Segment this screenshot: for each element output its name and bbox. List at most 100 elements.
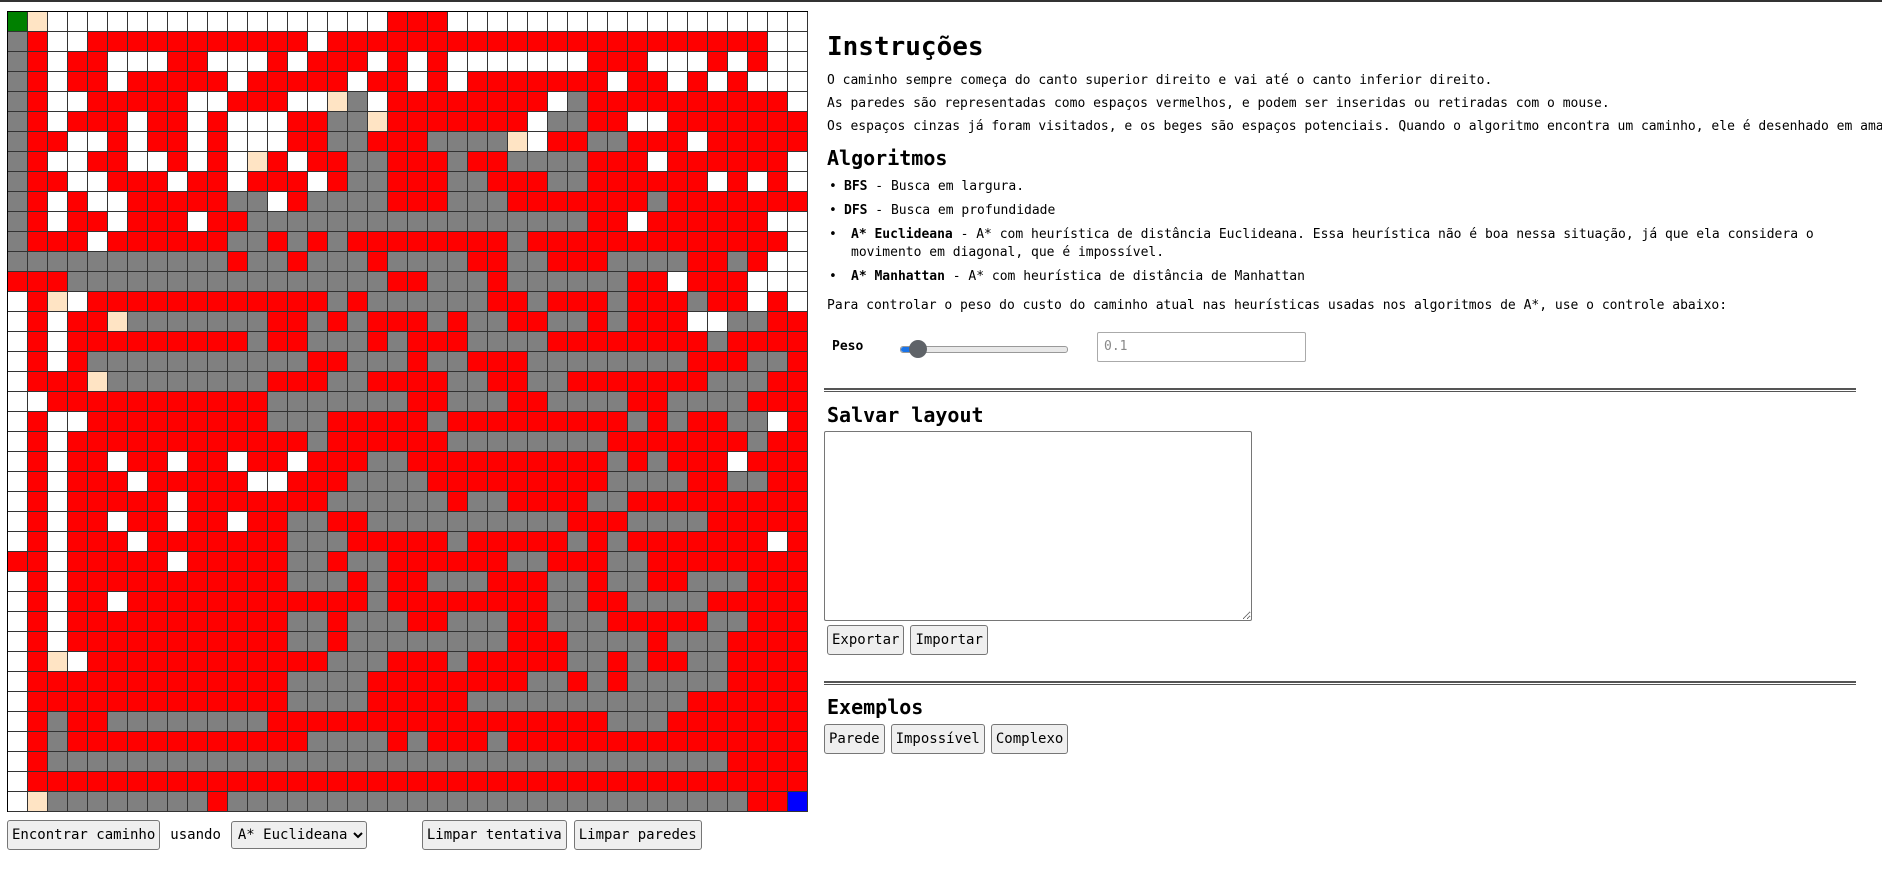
grid-cell-visited[interactable] — [568, 612, 588, 632]
grid-cell-wall[interactable] — [168, 412, 188, 432]
grid-cell-visited[interactable] — [388, 792, 408, 812]
grid-cell-wall[interactable] — [188, 692, 208, 712]
grid-cell-wall[interactable] — [28, 592, 48, 612]
grid-cell-wall[interactable] — [768, 792, 788, 812]
grid-cell-wall[interactable] — [108, 672, 128, 692]
grid-cell-visited[interactable] — [668, 692, 688, 712]
grid-cell-open[interactable] — [568, 52, 588, 72]
grid-cell-open[interactable] — [8, 672, 28, 692]
grid-cell-wall[interactable] — [548, 632, 568, 652]
grid-cell-open[interactable] — [48, 472, 68, 492]
grid-cell-wall[interactable] — [128, 92, 148, 112]
grid-cell-open[interactable] — [728, 452, 748, 472]
grid-cell-wall[interactable] — [228, 552, 248, 572]
grid-cell-wall[interactable] — [88, 412, 108, 432]
grid-cell-wall[interactable] — [648, 92, 668, 112]
grid-cell-visited[interactable] — [608, 752, 628, 772]
grid-cell-visited[interactable] — [548, 792, 568, 812]
grid-cell-wall[interactable] — [448, 112, 468, 132]
grid-cell-wall[interactable] — [28, 412, 48, 432]
grid-cell-wall[interactable] — [268, 52, 288, 72]
grid-cell-wall[interactable] — [408, 152, 428, 172]
grid-cell-visited[interactable] — [348, 652, 368, 672]
grid-cell-wall[interactable] — [168, 612, 188, 632]
grid-cell-wall[interactable] — [88, 472, 108, 492]
grid-cell-wall[interactable] — [448, 492, 468, 512]
grid-cell-wall[interactable] — [148, 472, 168, 492]
grid-cell-wall[interactable] — [488, 232, 508, 252]
grid-cell-open[interactable] — [228, 512, 248, 532]
grid-cell-wall[interactable] — [528, 452, 548, 472]
grid-cell-visited[interactable] — [248, 332, 268, 352]
grid-cell-wall[interactable] — [768, 692, 788, 712]
grid-cell-wall[interactable] — [748, 612, 768, 632]
grid-cell-visited[interactable] — [568, 632, 588, 652]
grid-cell-wall[interactable] — [168, 672, 188, 692]
grid-cell-wall[interactable] — [768, 92, 788, 112]
grid-cell-wall[interactable] — [608, 232, 628, 252]
grid-cell-wall[interactable] — [788, 452, 808, 472]
grid-cell-open[interactable] — [108, 12, 128, 32]
grid-cell-visited[interactable] — [208, 352, 228, 372]
grid-cell-visited[interactable] — [488, 632, 508, 652]
grid-cell-wall[interactable] — [128, 72, 148, 92]
grid-cell-visited[interactable] — [628, 572, 648, 592]
grid-cell-wall[interactable] — [188, 632, 208, 652]
grid-cell-wall[interactable] — [388, 692, 408, 712]
grid-cell-visited[interactable] — [428, 252, 448, 272]
grid-cell-wall[interactable] — [148, 112, 168, 132]
grid-cell-open[interactable] — [68, 132, 88, 152]
grid-cell-wall[interactable] — [588, 572, 608, 592]
grid-cell-visited[interactable] — [548, 512, 568, 532]
grid-cell-open[interactable] — [48, 212, 68, 232]
grid-cell-open[interactable] — [8, 792, 28, 812]
grid-cell-wall[interactable] — [748, 652, 768, 672]
grid-cell-wall[interactable] — [128, 512, 148, 532]
grid-cell-wall[interactable] — [108, 772, 128, 792]
grid-cell-visited[interactable] — [8, 192, 28, 212]
grid-cell-wall[interactable] — [488, 292, 508, 312]
grid-cell-wall[interactable] — [28, 692, 48, 712]
grid-cell-wall[interactable] — [448, 92, 468, 112]
grid-cell-wall[interactable] — [748, 532, 768, 552]
grid-cell-open[interactable] — [368, 12, 388, 32]
grid-cell-wall[interactable] — [248, 532, 268, 552]
grid-cell-open[interactable] — [168, 512, 188, 532]
grid-cell-wall[interactable] — [148, 552, 168, 572]
grid-cell-visited[interactable] — [108, 352, 128, 372]
grid-cell-wall[interactable] — [648, 532, 668, 552]
grid-cell-wall[interactable] — [608, 152, 628, 172]
grid-cell-wall[interactable] — [408, 672, 428, 692]
grid-cell-wall[interactable] — [768, 712, 788, 732]
grid-cell-visited[interactable] — [108, 252, 128, 272]
grid-cell-visited[interactable] — [308, 672, 328, 692]
grid-cell-wall[interactable] — [428, 452, 448, 472]
grid-cell-visited[interactable] — [508, 272, 528, 292]
grid-cell-open[interactable] — [528, 52, 548, 72]
grid-cell-visited[interactable] — [308, 272, 328, 292]
grid-cell-visited[interactable] — [128, 252, 148, 272]
grid-cell-wall[interactable] — [248, 672, 268, 692]
grid-cell-potential[interactable] — [28, 12, 48, 32]
grid-cell-visited[interactable] — [368, 292, 388, 312]
grid-cell-wall[interactable] — [468, 552, 488, 572]
grid-cell-open[interactable] — [228, 112, 248, 132]
grid-cell-wall[interactable] — [688, 272, 708, 292]
grid-cell-wall[interactable] — [328, 72, 348, 92]
grid-cell-visited[interactable] — [388, 392, 408, 412]
grid-cell-wall[interactable] — [748, 692, 768, 712]
grid-cell-wall[interactable] — [28, 332, 48, 352]
grid-cell-wall[interactable] — [388, 712, 408, 732]
grid-cell-wall[interactable] — [768, 452, 788, 472]
grid-cell-wall[interactable] — [188, 292, 208, 312]
grid-cell-wall[interactable] — [548, 192, 568, 212]
grid-cell-wall[interactable] — [588, 72, 608, 92]
grid-cell-wall[interactable] — [28, 652, 48, 672]
grid-cell-wall[interactable] — [608, 432, 628, 452]
grid-cell-potential[interactable] — [88, 372, 108, 392]
grid-cell-wall[interactable] — [248, 692, 268, 712]
grid-cell-wall[interactable] — [208, 392, 228, 412]
grid-cell-visited[interactable] — [368, 632, 388, 652]
grid-cell-open[interactable] — [348, 12, 368, 32]
grid-cell-wall[interactable] — [388, 152, 408, 172]
